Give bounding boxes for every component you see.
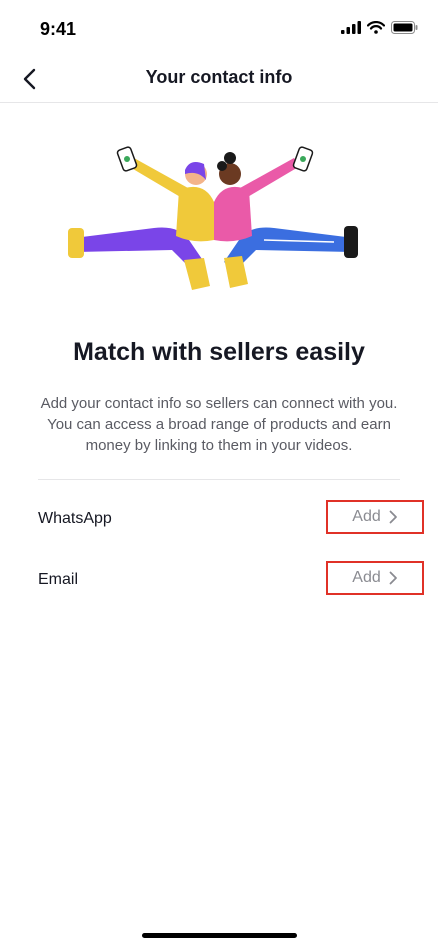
status-icons	[341, 21, 418, 34]
status-bar: 9:41	[0, 0, 438, 56]
home-indicator[interactable]	[142, 933, 297, 938]
add-whatsapp-button[interactable]: Add	[326, 500, 424, 534]
add-whatsapp-label: Add	[352, 508, 381, 525]
wifi-icon	[367, 21, 385, 34]
chevron-right-icon	[389, 571, 397, 585]
contact-row-email: Email Add	[0, 561, 438, 601]
page-title: Your contact info	[145, 67, 293, 87]
whatsapp-label: WhatsApp	[38, 510, 112, 527]
nav-bar: Your contact info	[0, 56, 438, 103]
contact-row-whatsapp: WhatsApp Add	[0, 500, 438, 540]
battery-icon	[391, 21, 418, 34]
two-people-with-phones-illustration	[68, 146, 358, 290]
chevron-right-icon	[389, 510, 397, 524]
add-email-button[interactable]: Add	[326, 561, 424, 595]
description: Add your contact info so sellers can con…	[40, 395, 398, 454]
add-email-label: Add	[352, 569, 381, 586]
cellular-signal-icon	[341, 21, 361, 34]
status-time: 9:41	[40, 19, 77, 39]
divider	[38, 479, 400, 480]
email-label: Email	[38, 571, 79, 588]
headline: Match with sellers easily	[73, 338, 365, 366]
